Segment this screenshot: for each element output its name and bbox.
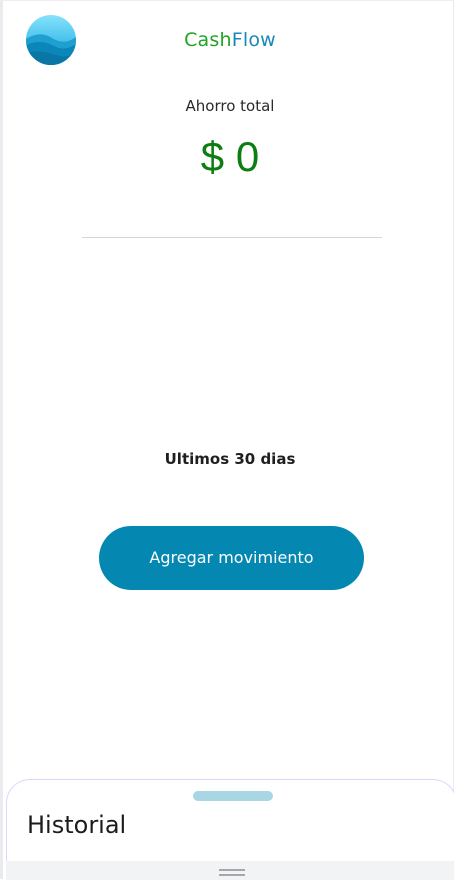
drag-grip-icon[interactable] [219,869,245,876]
total-savings-label: Ahorro total [185,97,275,115]
history-sheet[interactable]: Historial [6,779,454,861]
app-screen: CashFlow Ahorro total $ 0 Ultimos 30 dia… [0,0,454,880]
history-title: Historial [27,811,127,839]
period-label: Ultimos 30 dias [164,450,296,468]
brand-title: CashFlow [3,29,454,51]
brand-title-cash: Cash [184,29,232,51]
brand-title-flow: Flow [231,29,276,51]
system-navigation-bar [6,861,454,880]
sheet-drag-handle[interactable] [193,791,273,801]
total-savings-value: $ 0 [200,133,260,180]
divider [82,237,382,238]
add-movement-button[interactable]: Agregar movimiento [99,526,364,590]
